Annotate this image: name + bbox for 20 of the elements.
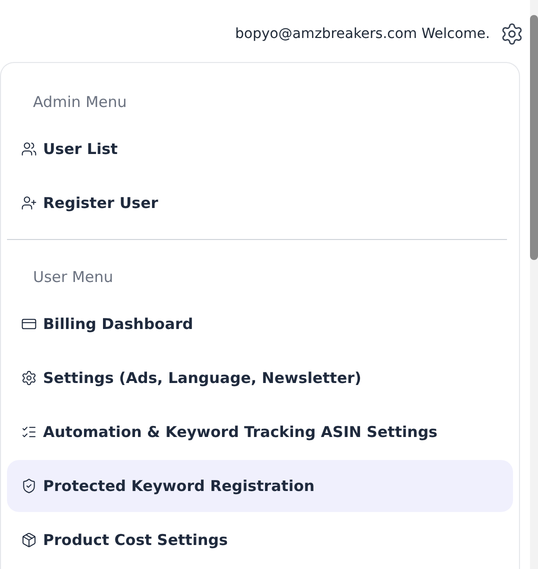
- welcome-text: bopyo@amzbreakers.com Welcome.: [235, 26, 490, 42]
- shield-check-icon: [21, 478, 37, 494]
- menu-item[interactable]: User List: [7, 123, 513, 175]
- section-title: Admin Menu: [32, 92, 128, 113]
- checklist-icon: [21, 424, 37, 440]
- scrollbar-thumb[interactable]: [530, 15, 538, 260]
- menu-item[interactable]: Billing Dashboard: [7, 298, 513, 350]
- section-title: User Menu: [32, 267, 114, 288]
- user-plus-icon: [21, 195, 37, 211]
- card-icon: [21, 316, 37, 332]
- menu-item[interactable]: Settings (Ads, Language, Newsletter): [7, 352, 513, 404]
- menu-item[interactable]: Protected Keyword Registration: [7, 460, 513, 512]
- gear-icon: [21, 370, 37, 386]
- scrollbar[interactable]: [530, 0, 538, 569]
- users-icon: [21, 141, 37, 157]
- menu-item[interactable]: Product Cost Settings: [7, 514, 513, 566]
- settings-button[interactable]: [500, 22, 524, 46]
- box-icon: [21, 532, 37, 548]
- menu-item[interactable]: Register User: [7, 177, 513, 229]
- menu-item[interactable]: Automation & Keyword Tracking ASIN Settings: [7, 406, 513, 458]
